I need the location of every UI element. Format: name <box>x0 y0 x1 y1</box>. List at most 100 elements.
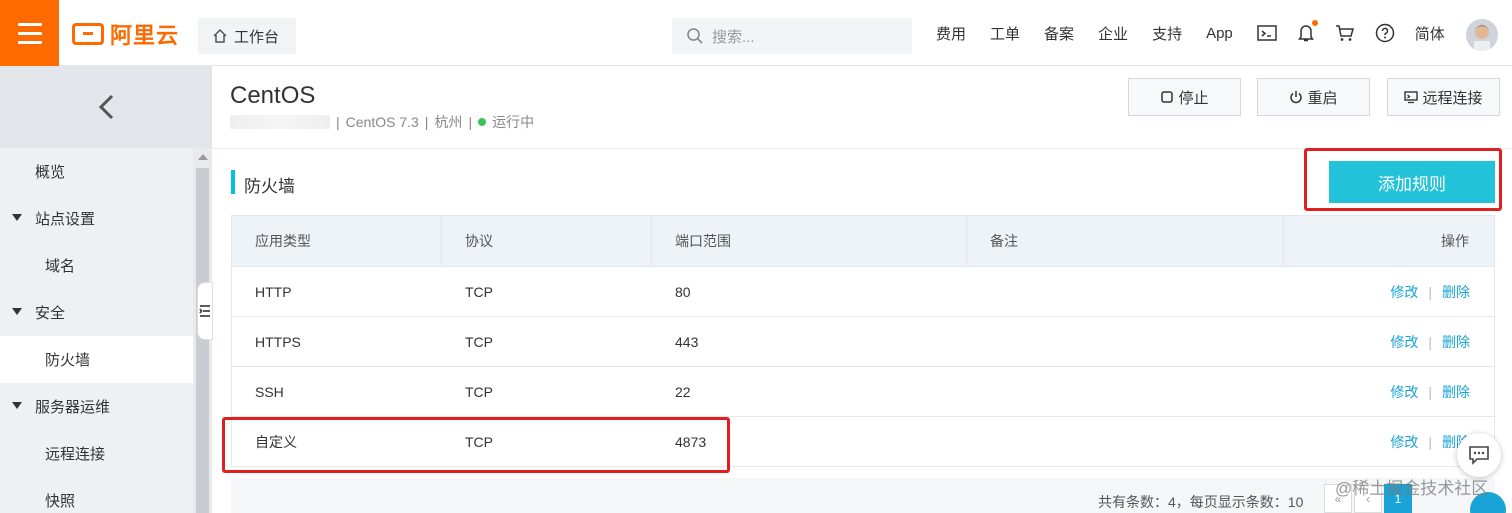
column-header-port: 端口范围 <box>652 216 967 266</box>
action-separator: | <box>1428 283 1432 300</box>
edit-link[interactable]: 修改 <box>1390 282 1418 302</box>
menu-icon <box>18 23 42 26</box>
sidebar-group-server-ops[interactable]: 服务器运维 <box>0 383 193 430</box>
terminal-icon <box>1257 25 1277 41</box>
delete-link[interactable]: 删除 <box>1442 282 1470 302</box>
caret-down-icon <box>12 214 22 221</box>
sidebar-menu: 概览 站点设置 域名 安全 防火墙 服务器运维 远程连接 快照 <box>0 148 193 513</box>
column-header-type: 应用类型 <box>232 216 442 266</box>
cell-type: HTTP <box>255 283 292 300</box>
column-header-actions: 操作 <box>1441 233 1469 249</box>
avatar-image <box>1466 19 1498 51</box>
status-dot <box>478 118 487 126</box>
home-icon <box>213 28 227 43</box>
restart-button[interactable]: 重启 <box>1257 78 1370 116</box>
remote-label: 远程连接 <box>1422 89 1483 107</box>
page-title: CentOS <box>230 82 316 109</box>
sidebar-scroll-thumb[interactable] <box>196 168 209 513</box>
watermark: @稀土掘金技术社区 <box>1335 479 1489 498</box>
menu-icon-bar <box>18 41 42 44</box>
cart-icon <box>1335 25 1354 41</box>
info-separator: | <box>336 114 340 130</box>
caret-down-icon <box>12 402 22 409</box>
stop-button[interactable]: 停止 <box>1128 78 1241 116</box>
cell-port: 443 <box>675 333 699 350</box>
restart-label: 重启 <box>1307 89 1338 107</box>
chevron-left-icon <box>98 94 114 120</box>
sidebar-toggle-button[interactable] <box>197 282 213 340</box>
sidebar-group-security[interactable]: 安全 <box>0 289 193 336</box>
section-title: 防火墙 <box>244 177 295 196</box>
bell-icon <box>1297 25 1314 42</box>
scroll-up-icon[interactable] <box>198 154 208 160</box>
sidebar-item-overview[interactable]: 概览 <box>0 148 193 195</box>
sidebar-group-site-settings[interactable]: 站点设置 <box>0 195 193 242</box>
delete-link[interactable]: 删除 <box>1442 332 1470 352</box>
cell-protocol: TCP <box>465 333 493 350</box>
power-icon <box>1290 91 1303 104</box>
table-row: SSH TCP 22 修改 | 删除 <box>231 367 1495 417</box>
add-rule-button[interactable]: 添加规则 <box>1329 161 1495 203</box>
nav-filing[interactable]: 备案 <box>1044 23 1074 44</box>
sidebar-back-button[interactable] <box>0 66 212 148</box>
instance-info: | CentOS 7.3 | 杭州 | 运行中 <box>230 112 534 132</box>
highlight-box <box>222 417 730 473</box>
stop-icon <box>1161 91 1174 103</box>
column-header-note: 备注 <box>967 216 1284 266</box>
cart-button[interactable] <box>1335 24 1355 42</box>
monitor-icon <box>1404 91 1419 104</box>
table-row: HTTPS TCP 443 修改 | 删除 <box>231 317 1495 367</box>
chat-icon <box>1469 446 1489 465</box>
action-separator: | <box>1428 383 1432 400</box>
sidebar-item-domain[interactable]: 域名 <box>0 242 193 289</box>
language-switch[interactable]: 简体 <box>1415 23 1445 44</box>
menu-button[interactable] <box>0 0 59 66</box>
search-icon <box>687 28 703 44</box>
remote-connect-button[interactable]: 远程连接 <box>1387 78 1500 116</box>
region: 杭州 <box>434 114 463 130</box>
action-separator: | <box>1428 333 1432 350</box>
sidebar-item-remote[interactable]: 远程连接 <box>0 430 193 477</box>
edit-link[interactable]: 修改 <box>1390 332 1418 352</box>
search-input[interactable]: 搜索... <box>672 18 912 54</box>
nav-fees[interactable]: 费用 <box>936 23 966 44</box>
action-separator: | <box>1428 433 1432 450</box>
pagination-summary: 共有条数：4，每页显示条数：10 <box>1098 494 1304 510</box>
terminal-button[interactable] <box>1257 24 1277 42</box>
menu-icon-bar <box>18 32 42 35</box>
nav-app[interactable]: App <box>1206 25 1233 42</box>
aliyun-logo[interactable]: 阿里云 <box>72 20 179 49</box>
nav-support[interactable]: 支持 <box>1152 23 1182 44</box>
search-placeholder: 搜索... <box>712 28 755 46</box>
help-icon <box>1375 23 1395 43</box>
sidebar-group-label: 站点设置 <box>35 211 96 228</box>
avatar[interactable] <box>1466 19 1498 51</box>
edit-link[interactable]: 修改 <box>1390 432 1418 452</box>
table-header: 应用类型 协议 端口范围 备注 操作 <box>231 216 1495 267</box>
chat-button[interactable] <box>1457 433 1501 477</box>
workbench-button[interactable]: 工作台 <box>198 18 296 54</box>
table-row: HTTP TCP 80 修改 | 删除 <box>231 267 1495 317</box>
info-separator: | <box>468 114 473 130</box>
cell-protocol: TCP <box>465 283 493 300</box>
cell-port: 22 <box>675 383 691 400</box>
top-nav: 费用 工单 备案 企业 支持 App 简体 <box>936 0 1469 66</box>
nav-tickets[interactable]: 工单 <box>990 23 1020 44</box>
cell-protocol: TCP <box>465 383 493 400</box>
sidebar-group-label: 服务器运维 <box>35 399 111 416</box>
sidebar-item-snapshot[interactable]: 快照 <box>0 477 193 513</box>
notification-button[interactable] <box>1297 20 1318 43</box>
delete-link[interactable]: 删除 <box>1442 382 1470 402</box>
column-header-protocol: 协议 <box>442 216 652 266</box>
workbench-label: 工作台 <box>234 28 280 46</box>
nav-enterprise[interactable]: 企业 <box>1098 23 1128 44</box>
help-button[interactable] <box>1375 23 1395 43</box>
sidebar-item-firewall[interactable]: 防火墙 <box>0 336 193 383</box>
os-version: CentOS 7.3 <box>345 114 419 130</box>
edit-link[interactable]: 修改 <box>1390 382 1418 402</box>
table-footer <box>231 478 1495 513</box>
cell-actions: 修改 | 删除 <box>1284 317 1494 366</box>
masked-instance-name <box>230 115 330 129</box>
list-icon <box>199 305 210 317</box>
cell-note <box>967 267 1284 316</box>
